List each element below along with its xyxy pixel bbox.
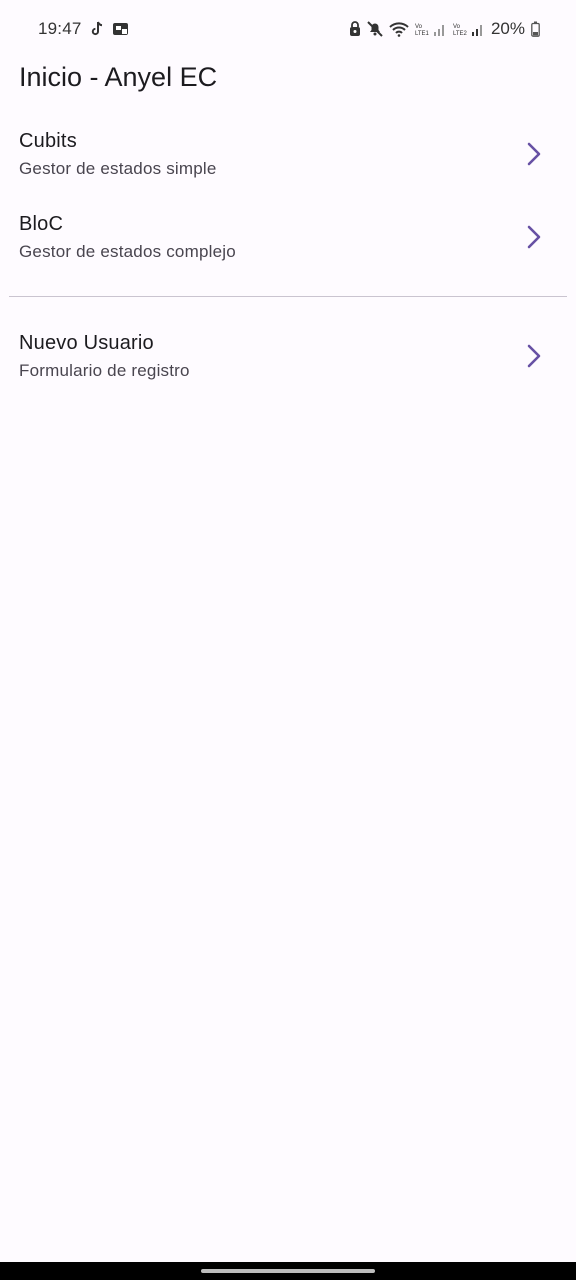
status-bar: 19:47 Vo LTE1 Vo LTE2 20% [0, 0, 576, 58]
list-item-subtitle: Formulario de registro [19, 360, 190, 380]
chevron-right-icon [522, 142, 546, 166]
list-item-nuevo-usuario[interactable]: Nuevo Usuario Formulario de registro [0, 316, 576, 396]
chevron-right-icon [522, 344, 546, 368]
list-item-bloc[interactable]: BloC Gestor de estados complejo [0, 197, 576, 277]
list-item-subtitle: Gestor de estados simple [19, 158, 217, 178]
lock-icon [349, 21, 361, 37]
app-screen: 19:47 Vo LTE1 Vo LTE2 20% Inicio - Anyel… [0, 0, 576, 1280]
wifi-icon [389, 21, 409, 37]
list-item-title: Nuevo Usuario [19, 331, 154, 354]
list-item-text: Nuevo Usuario Formulario de registro [19, 332, 190, 381]
status-right: Vo LTE1 Vo LTE2 20% [349, 19, 540, 39]
signal-lte1-icon: Vo LTE1 [415, 21, 447, 37]
battery-icon [531, 21, 540, 37]
status-left: 19:47 [38, 19, 130, 39]
list-item-text: BloC Gestor de estados complejo [19, 213, 236, 262]
svg-text:LTE1: LTE1 [415, 31, 430, 37]
list-item-cubits[interactable]: Cubits Gestor de estados simple [0, 114, 576, 194]
signal-lte2-icon: Vo LTE2 [453, 21, 485, 37]
list-item-text: Cubits Gestor de estados simple [19, 130, 217, 179]
notification-app-icon [112, 21, 130, 37]
gesture-handle[interactable] [201, 1269, 375, 1273]
svg-text:Vo: Vo [415, 24, 423, 30]
svg-text:Vo: Vo [453, 24, 461, 30]
mute-icon [367, 21, 383, 37]
tiktok-icon [90, 21, 104, 37]
page-title: Inicio - Anyel EC [19, 62, 218, 92]
chevron-right-icon [522, 225, 546, 249]
svg-text:LTE2: LTE2 [453, 31, 468, 37]
list-item-subtitle: Gestor de estados complejo [19, 241, 236, 261]
battery-percentage: 20% [490, 19, 525, 38]
status-time: 19:47 [38, 19, 82, 38]
list-item-title: BloC [19, 212, 64, 235]
list-item-title: Cubits [19, 129, 77, 152]
section-divider [9, 296, 567, 297]
